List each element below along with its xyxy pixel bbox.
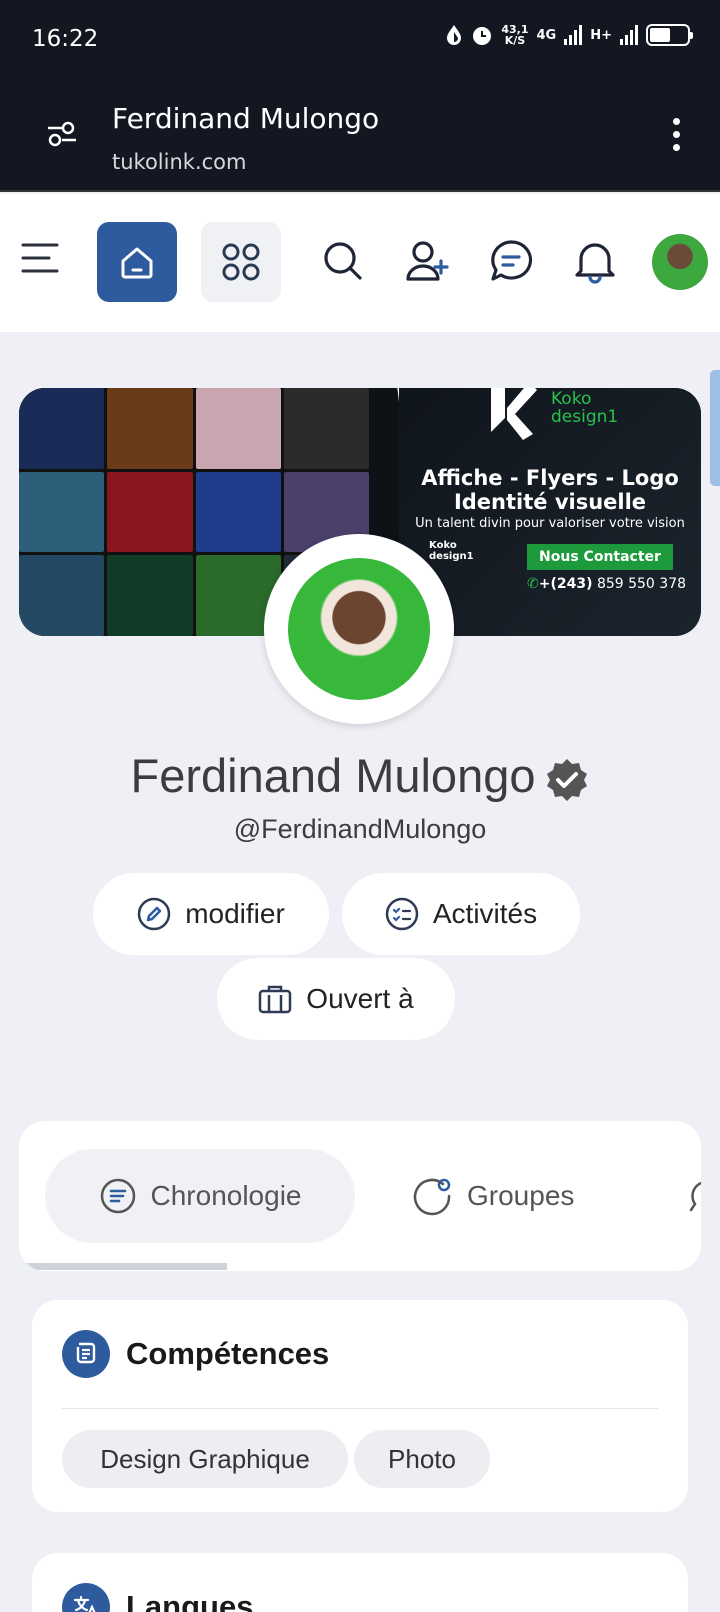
edit-icon	[137, 897, 171, 931]
page-url[interactable]: tukolink.com	[112, 150, 246, 174]
skills-title: Compétences	[126, 1336, 330, 1371]
open-to-label: Ouvert à	[306, 983, 414, 1014]
translate-icon	[62, 1583, 110, 1612]
contact-cta: Nous Contacter	[527, 544, 673, 570]
tab-chronologie[interactable]: Chronologie	[45, 1149, 355, 1243]
skill-chip[interactable]: Photo	[354, 1430, 490, 1488]
phone-number: ✆+(243) 859 550 378	[527, 576, 686, 592]
tab-groupes-label: Groupes	[467, 1180, 575, 1211]
network-4g: 4G	[536, 27, 557, 43]
profile-avatar[interactable]	[264, 534, 454, 724]
groups-icon	[413, 1178, 451, 1216]
tab-partial-icon	[689, 1181, 701, 1212]
home-button[interactable]	[97, 222, 177, 302]
languages-card: Langues	[32, 1553, 688, 1612]
headline-1: Affiche - Flyers - Logo	[421, 466, 679, 490]
mini-brand-2: design1	[429, 551, 474, 562]
mini-brand-1: Koko	[429, 540, 457, 551]
tab-chronologie-label: Chronologie	[150, 1180, 302, 1211]
profile-handle: @FerdinandMulongo	[233, 814, 487, 844]
activities-icon	[385, 897, 419, 931]
search-icon[interactable]	[322, 240, 364, 282]
more-options-icon[interactable]	[673, 118, 680, 151]
languages-title: Langues	[126, 1589, 254, 1612]
status-icons: 43,1 K/S 4G H+	[445, 24, 693, 46]
brand-line-1: Koko	[551, 389, 592, 409]
network-hplus: H+	[590, 27, 612, 43]
phone-icon: ✆	[527, 576, 539, 592]
site-settings-icon[interactable]	[46, 120, 78, 148]
open-to-button[interactable]: Ouvert à	[217, 958, 455, 1040]
edit-profile-button[interactable]: modifier	[93, 873, 329, 955]
tab-groupes[interactable]: Groupes	[413, 1149, 574, 1243]
verified-badge-icon	[546, 758, 587, 801]
data-saver-icon	[447, 25, 462, 45]
apps-button[interactable]	[201, 222, 281, 302]
battery-icon	[646, 24, 693, 46]
skills-header: Compétences	[62, 1330, 329, 1378]
profile-photo	[288, 558, 430, 700]
browser-bar: Ferdinand Mulongo tukolink.com	[0, 82, 720, 192]
skill-chip[interactable]: Design Graphique	[62, 1430, 348, 1488]
notifications-icon[interactable]	[572, 238, 618, 286]
signal-icon-2	[620, 25, 638, 45]
timeline-icon	[100, 1178, 135, 1214]
profile-tabs: Chronologie Groupes	[19, 1121, 701, 1271]
network-speed: 43,1 K/S	[501, 24, 528, 46]
briefcase-icon	[259, 985, 292, 1014]
top-navigation	[0, 194, 720, 332]
languages-header: Langues	[62, 1583, 253, 1612]
speed-unit: K/S	[504, 34, 526, 47]
profile-name-text: Ferdinand Mulongo	[130, 749, 536, 802]
activities-button[interactable]: Activités	[342, 873, 580, 955]
apps-icon	[222, 243, 260, 281]
alarm-icon	[473, 27, 492, 45]
koko-logo-icon	[491, 388, 537, 440]
skills-icon	[62, 1330, 110, 1378]
user-avatar[interactable]	[652, 234, 708, 290]
skills-card: Compétences Design Graphique Photo	[32, 1300, 688, 1512]
tabs-scrollbar[interactable]	[19, 1263, 227, 1270]
activities-label: Activités	[432, 898, 538, 929]
brand-line-2: design1	[551, 407, 619, 427]
add-user-icon[interactable]	[404, 238, 450, 284]
cover-tagline: Un talent divin pour valoriser votre vis…	[415, 516, 685, 531]
status-time: 16:22	[32, 26, 99, 52]
status-bar: 16:22 43,1 K/S 4G H+	[0, 0, 720, 82]
page-scroll-indicator	[710, 370, 720, 486]
skills-divider	[62, 1408, 658, 1409]
phone-code: +(243)	[538, 576, 593, 592]
tab-more-partial[interactable]	[687, 1149, 701, 1243]
edit-label: modifier	[185, 898, 285, 929]
signal-icon	[564, 25, 583, 45]
phone-digits: 859 550 378	[592, 576, 687, 592]
profile-name: Ferdinand Mulongo	[0, 748, 720, 803]
page-title: Ferdinand Mulongo	[112, 102, 380, 135]
menu-icon[interactable]	[20, 238, 60, 278]
headline-2: Identité visuelle	[453, 490, 647, 514]
brand-name: Koko design1	[551, 390, 618, 426]
mini-brand: Koko design1	[429, 540, 474, 562]
home-icon	[121, 247, 153, 279]
cover-headline: Affiche - Flyers - Logo Identité visuelle	[399, 466, 701, 514]
messages-icon[interactable]	[488, 238, 534, 284]
